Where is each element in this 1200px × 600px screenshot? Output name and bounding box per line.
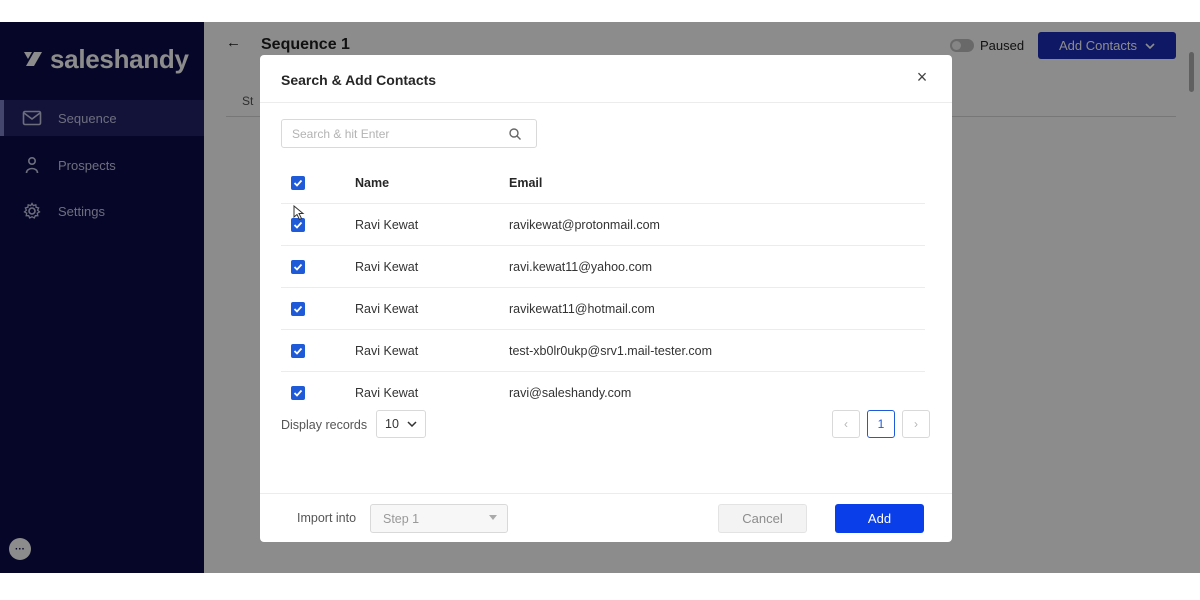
next-page-button[interactable]: › (902, 410, 930, 438)
prev-page-button[interactable]: ‹ (832, 410, 860, 438)
modal-footer: Import into Step 1 Cancel Add (260, 493, 952, 542)
contacts-table: Name Email Ravi Kewat ravikewat@protonma… (281, 162, 929, 402)
caret-down-icon (489, 515, 497, 520)
search-input[interactable] (282, 120, 502, 147)
contact-email: ravi.kewat11@yahoo.com (509, 259, 653, 274)
table-row[interactable]: Ravi Kewat ravi.kewat11@yahoo.com (281, 246, 925, 288)
contact-email: test-xb0lr0ukp@srv1.mail-tester.com (509, 343, 713, 358)
mouse-cursor-icon (293, 205, 305, 221)
page-number: 1 (877, 417, 885, 431)
table-row[interactable]: Ravi Kewat ravikewat@protonmail.com (281, 204, 925, 246)
contact-name: Ravi Kewat (355, 217, 419, 232)
import-into-label: Import into (297, 511, 357, 525)
row-checkbox[interactable] (291, 385, 305, 400)
import-into-value: Step 1 (383, 511, 420, 526)
close-icon[interactable]: × (914, 68, 930, 86)
search-field (281, 119, 537, 148)
search-icon[interactable] (508, 127, 522, 141)
modal-header: Search & Add Contacts × (260, 55, 952, 103)
contact-email: ravikewat11@hotmail.com (509, 301, 655, 316)
row-checkbox[interactable] (291, 343, 305, 358)
import-into-select[interactable]: Step 1 (370, 504, 508, 533)
table-header-row: Name Email (281, 162, 925, 204)
contact-name: Ravi Kewat (355, 301, 419, 316)
app-frame: saleshandy Sequence Prospects Settings ·… (0, 22, 1200, 573)
select-all-checkbox[interactable] (291, 175, 305, 190)
display-records-value: 10 (385, 417, 399, 431)
display-records-select[interactable]: 10 (376, 410, 426, 438)
modal-title: Search & Add Contacts (281, 72, 437, 88)
chevron-right-icon: › (914, 417, 918, 431)
column-header-email: Email (509, 175, 543, 190)
contact-name: Ravi Kewat (355, 343, 419, 358)
contact-name: Ravi Kewat (355, 385, 419, 400)
page-1-button[interactable]: 1 (867, 410, 895, 438)
column-header-name: Name (355, 175, 390, 190)
row-checkbox[interactable] (291, 259, 305, 274)
table-row[interactable]: Ravi Kewat ravikewat11@hotmail.com (281, 288, 925, 330)
contact-name: Ravi Kewat (355, 259, 419, 274)
add-button[interactable]: Add (835, 504, 924, 533)
contact-email: ravikewat@protonmail.com (509, 217, 660, 232)
search-add-contacts-modal: Search & Add Contacts × Name Email Ravi … (260, 55, 952, 542)
row-checkbox[interactable] (291, 301, 305, 316)
contact-email: ravi@saleshandy.com (509, 385, 632, 400)
display-records-label: Display records (281, 418, 368, 432)
cancel-button[interactable]: Cancel (718, 504, 807, 533)
table-row[interactable]: Ravi Kewat test-xb0lr0ukp@srv1.mail-test… (281, 330, 925, 372)
chevron-left-icon: ‹ (844, 417, 848, 431)
chevron-down-icon (407, 421, 417, 427)
table-row[interactable]: Ravi Kewat ravi@saleshandy.com (281, 372, 925, 402)
